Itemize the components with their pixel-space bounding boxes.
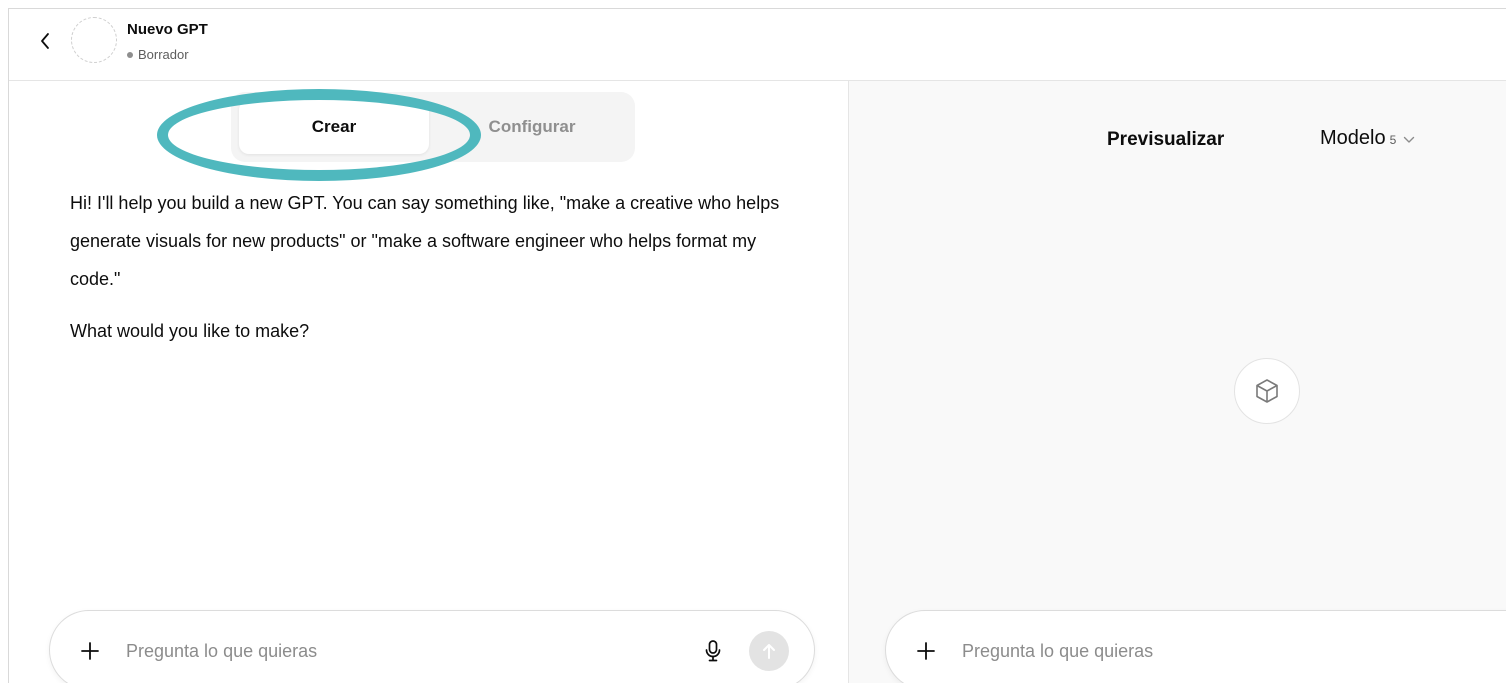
tab-create[interactable]: Crear <box>239 100 429 154</box>
gpt-title: Nuevo GPT <box>127 21 208 38</box>
app-window: Nuevo GPT Borrador Crear Configurar Hi! … <box>8 8 1506 683</box>
arrow-up-icon <box>763 644 775 659</box>
plus-icon <box>81 642 99 660</box>
preview-attach-button[interactable] <box>912 637 940 665</box>
status-dot-icon <box>127 51 133 58</box>
chevron-down-icon <box>1404 136 1415 143</box>
preview-panel: Previsualizar Modelo 5 <box>848 81 1506 683</box>
preview-title: Previsualizar <box>1107 129 1225 150</box>
builder-question: What would you like to make? <box>70 321 310 341</box>
mode-tabs: Crear Configurar <box>231 92 635 162</box>
cube-icon <box>1256 379 1278 403</box>
gpt-placeholder-logo <box>1234 358 1300 424</box>
send-button[interactable] <box>749 631 789 671</box>
gpt-avatar-placeholder[interactable] <box>71 17 117 63</box>
gpt-status: Borrador <box>127 47 189 62</box>
model-version: 5 <box>1389 133 1397 147</box>
model-selector[interactable]: Modelo 5 <box>1320 127 1415 150</box>
attach-button[interactable] <box>76 637 104 665</box>
chevron-left-icon <box>41 33 49 49</box>
header-bar: Nuevo GPT Borrador <box>9 9 1506 81</box>
microphone-icon <box>705 640 721 662</box>
builder-panel: Crear Configurar Hi! I'll help you build… <box>9 81 848 683</box>
builder-message-input[interactable] <box>126 635 646 667</box>
preview-composer <box>885 610 1506 683</box>
builder-composer <box>49 610 815 683</box>
dictate-button[interactable] <box>700 637 726 665</box>
back-button[interactable] <box>35 29 55 53</box>
plus-icon <box>917 642 935 660</box>
tab-configure[interactable]: Configurar <box>437 100 627 154</box>
preview-message-input[interactable] <box>962 635 1482 667</box>
model-label: Modelo <box>1320 127 1386 149</box>
builder-intro-message: Hi! I'll help you build a new GPT. You c… <box>70 193 780 289</box>
status-label: Borrador <box>138 47 189 62</box>
